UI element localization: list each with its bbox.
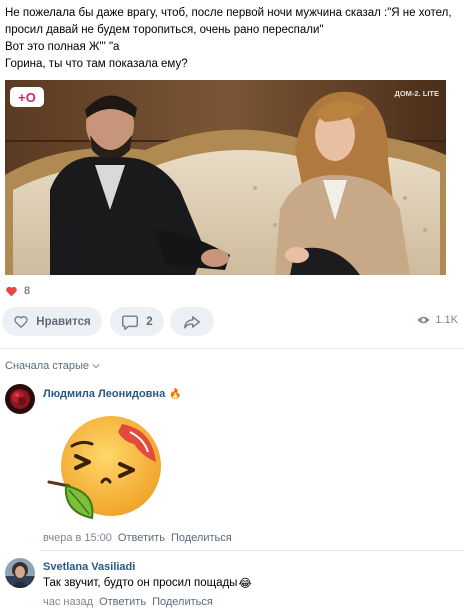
reply-button[interactable]: Ответить [118,532,165,544]
comment-text: Так звучит, будто он просил пощады 😂 [43,576,252,590]
comments-sort-dropdown[interactable]: Сначала старые [5,360,100,372]
comment-text-content: Так звучит, будто он просил пощады [43,577,238,589]
comment-time[interactable]: вчера в 15:00 [43,532,112,544]
share-icon [184,315,200,329]
reply-button[interactable]: Ответить [99,596,146,608]
comment-time[interactable]: час назад [43,596,93,608]
post-text-line: Горина, ты что там показала ему? [5,58,188,70]
comment-author[interactable]: Людмила Леонидовна 🔥 [43,388,182,400]
avatar[interactable] [5,384,35,414]
post-text-line: просил давай не будем торопиться, очень … [5,24,324,36]
comment-author-name: Людмила Леонидовна [43,388,166,400]
post-text: Не пожелала бы даже врагу, чтоб, после п… [5,5,460,73]
comment-meta: вчера в 15:00 Ответить Поделиться [43,532,232,544]
laughing-emoji-icon: 😂 [238,578,252,590]
views-count: 1.1K [435,314,458,326]
comment-icon [122,314,139,330]
chevron-down-icon [92,364,100,369]
like-button-label: Нравится [36,315,91,328]
eye-icon [417,316,430,324]
section-divider [0,348,464,349]
share-comment-button[interactable]: Поделиться [152,596,213,608]
channel-logo-icon: +О [10,87,44,107]
post-text-line: Вот это полная Ж"' "а [5,41,120,53]
post-text-line: Не пожелала бы даже врагу, чтоб, после п… [5,7,452,19]
video-frame [5,80,446,275]
comment-button[interactable]: 2 [110,307,164,336]
comment-meta: час назад Ответить Поделиться [43,596,213,608]
heart-outline-icon [14,315,28,328]
views-counter: 1.1K [417,314,458,326]
comment-count: 2 [146,315,153,328]
comment-author-name: Svetlana Vasiliadi [43,561,136,573]
share-comment-button[interactable]: Поделиться [171,532,232,544]
like-button[interactable]: Нравится [2,307,102,336]
likes-summary[interactable]: 8 [5,284,30,298]
avatar[interactable] [5,558,35,588]
comments-sort-label: Сначала старые [5,360,90,372]
video-watermark: ДОМ-2. LITE [394,89,439,98]
comment-divider [40,550,464,551]
likes-count: 8 [24,285,31,297]
comment-author[interactable]: Svetlana Vasiliadi [43,561,135,573]
post-actions: Нравится 2 1.1K [2,307,462,337]
share-button[interactable] [170,307,214,336]
heart-icon [5,284,18,298]
channel-logo-text: +О [18,90,36,105]
author-badge-icon: 🔥 [169,388,182,400]
video-player[interactable]: +О ДОМ-2. LITE [5,80,446,275]
smiling-emoji-sticker-icon [47,416,161,520]
